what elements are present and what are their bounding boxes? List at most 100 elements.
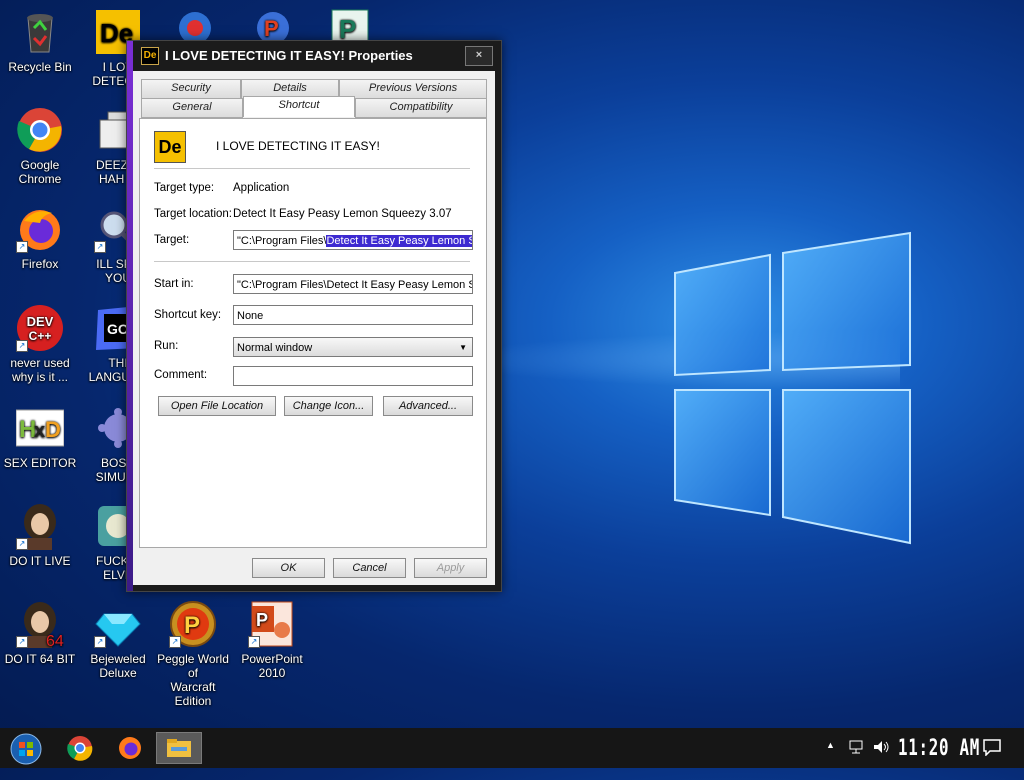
target-field[interactable]: "C:\Program Files\Detect It Easy Peasy L… [233,230,473,250]
desktop-icon-do-it-live[interactable]: ↗ DO IT LIVE [0,502,80,568]
firefox-icon [119,737,141,759]
chrome-icon [16,106,64,154]
notifications-icon[interactable] [982,738,1002,778]
desktop-icon-label: DO IT LIVE [9,554,71,568]
windows-orb-icon [10,733,42,765]
desktop-icon-label: Bejeweled Deluxe [90,652,146,680]
advanced-button[interactable]: Advanced... [383,396,473,416]
diamond-icon: ↗ [94,600,142,648]
taskbar-clock[interactable]: 11:20 AM [898,736,980,761]
cancel-button[interactable]: Cancel [333,558,406,578]
svg-text:C++: C++ [29,329,52,343]
shortcut-arrow-icon: ↗ [16,340,28,352]
target-type-label: Target type: [154,182,215,194]
powerpoint-icon: P ↗ [248,600,296,648]
open-file-location-button[interactable]: Open File Location [158,396,276,416]
shortcut-tab-panel: De I LOVE DETECTING IT EASY! Target type… [139,118,487,548]
comment-field[interactable] [233,366,473,386]
desktop-icon-label: SEX EDITOR [3,456,77,470]
run-label: Run: [154,340,179,352]
network-icon[interactable] [848,739,864,779]
tray-show-hidden-icon[interactable]: ▲ [826,740,835,780]
properties-dialog: De I LOVE DETECTING IT EASY! Properties … [126,40,502,592]
dialog-client-area: Security Details Previous Versions Gener… [133,71,495,585]
title-bar[interactable]: De I LOVE DETECTING IT EASY! Properties … [133,41,501,71]
shortcut-arrow-icon: ↗ [248,636,260,648]
shortcut-arrow-icon: ↗ [16,636,28,648]
taskbar-firefox[interactable] [110,732,150,764]
die-title-icon: De [141,47,159,65]
change-icon-button[interactable]: Change Icon... [284,396,373,416]
start-button[interactable] [6,732,48,765]
folder-icon [167,739,191,757]
start-in-label: Start in: [154,278,194,290]
desktop-icon-bejeweled[interactable]: ↗ Bejeweled Deluxe [78,600,158,680]
tab-general[interactable]: General [141,98,243,118]
svg-text:D: D [45,417,61,442]
desktop-icon-recycle-bin[interactable]: Recycle Bin [0,8,80,74]
portrait-64-icon: 64 ↗ [16,600,64,650]
shortcut-arrow-icon: ↗ [16,241,28,253]
comment-label: Comment: [154,369,208,381]
desktop-icon-google-chrome[interactable]: Google Chrome [0,106,80,186]
tab-previous-versions[interactable]: Previous Versions [339,79,487,99]
portrait-icon: ↗ [16,502,64,550]
desktop-icon-powerpoint[interactable]: P ↗ PowerPoint 2010 [232,600,312,680]
desktop-icon-label: Firefox [21,257,59,271]
divider [154,261,470,262]
chrome-icon [67,736,93,761]
start-in-field[interactable]: "C:\Program Files\Detect It Easy Peasy L… [233,274,473,294]
windows-logo-wallpaper [674,231,911,545]
tab-security[interactable]: Security [141,79,241,99]
desktop-icon-label: Recycle Bin [8,60,72,74]
window-title: I LOVE DETECTING IT EASY! Properties [165,48,413,63]
taskbar-chrome[interactable] [60,732,100,764]
peggle-icon: P ↗ [169,600,217,648]
ok-button[interactable]: OK [252,558,325,578]
hxd-hex-editor-icon: HxD [15,404,65,452]
svg-text:x: x [34,420,45,442]
svg-text:DEV: DEV [27,314,54,329]
target-field-selection: Detect It Easy Peasy Lemon Sq [326,235,472,247]
shortcut-arrow-icon: ↗ [94,636,106,648]
shortcut-app-icon: De [154,131,186,163]
tab-shortcut[interactable]: Shortcut [243,96,355,117]
shortcut-key-field[interactable]: None [233,305,473,325]
desktop-icon-label: Peggle World of Warcraft Edition [157,652,229,708]
apply-button[interactable]: Apply [414,558,487,578]
desktop-icon-label: PowerPoint 2010 [241,652,303,680]
divider [154,168,470,169]
desktop-icon-sex-editor[interactable]: HxD SEX EDITOR [0,404,80,470]
target-label: Target: [154,234,190,246]
target-type-value: Application [233,182,290,194]
taskbar: ▲ 11:20 AM [0,728,1024,768]
desktop-icon-label: never used why is it ... [10,356,70,384]
svg-text:P: P [184,612,200,639]
desktop-icon-do-it-64-bit[interactable]: 64 ↗ DO IT 64 BIT [0,600,80,666]
recycle-bin-icon [16,8,64,56]
shortcut-key-label: Shortcut key: [154,309,222,321]
target-location-label: Target location: [154,208,232,220]
run-select-value: Normal window [237,342,313,354]
desktop-icon-firefox[interactable]: ↗ Firefox [0,205,80,271]
svg-text:P: P [256,610,268,630]
target-location-value: Detect It Easy Peasy Lemon Squeezy 3.07 [233,208,452,220]
shortcut-name: I LOVE DETECTING IT EASY! [216,139,380,153]
desktop-icon-dev-cpp[interactable]: DEV C++ ↗ never used why is it ... [0,304,80,384]
svg-text:64: 64 [46,633,64,648]
volume-icon[interactable] [872,739,890,779]
close-button[interactable]: × [465,46,493,66]
run-select[interactable]: Normal window ▼ [233,337,473,357]
chevron-down-icon: ▼ [459,343,467,352]
tab-compatibility[interactable]: Compatibility [355,98,487,118]
taskbar-file-explorer[interactable] [156,732,202,764]
shortcut-app-icon-text: De [158,137,182,157]
svg-text:P: P [264,16,279,41]
shortcut-arrow-icon: ↗ [94,241,106,253]
desktop-icon-label: Google Chrome [18,158,62,186]
shortcut-arrow-icon: ↗ [169,636,181,648]
firefox-icon: ↗ [16,205,64,253]
desktop-icon-peggle-wow[interactable]: P ↗ Peggle World of Warcraft Edition [153,600,233,708]
shortcut-arrow-icon: ↗ [16,538,28,550]
desktop-icon-label: DO IT 64 BIT [4,652,76,666]
